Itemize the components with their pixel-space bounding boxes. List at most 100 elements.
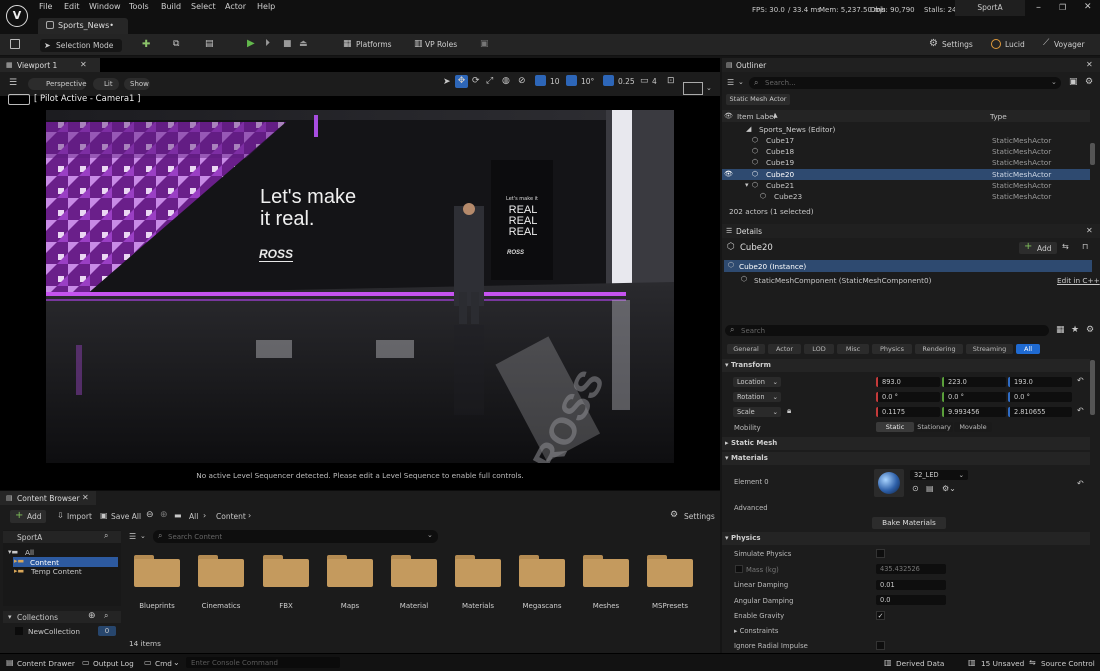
scale-tool-icon[interactable]: ⤢ [486,76,493,86]
selection-mode-dropdown[interactable]: ➤ Selection Mode [40,39,122,52]
constraints-label[interactable]: ▸ Constraints [734,627,778,635]
details-close-icon[interactable]: ✕ [1086,226,1093,235]
breadcrumb-chevron-icon[interactable]: › [248,511,251,520]
menu-window[interactable]: Window [89,2,121,11]
add-button[interactable]: + Add [10,510,46,523]
filter-chevron-icon[interactable]: ⌄ [140,532,146,540]
world-space-icon[interactable]: ◍ [502,76,510,86]
tree-temp-content[interactable]: Temp Content [31,567,82,576]
location-x-input[interactable]: 893.0 [876,377,940,387]
reset-location-icon[interactable]: ↶ [1077,376,1084,385]
filter-tab-streaming[interactable]: Streaming [966,344,1013,354]
angle-snap-icon[interactable] [566,75,577,86]
rotate-tool-icon[interactable]: ⟳ [472,76,480,86]
advanced-toggle[interactable]: Advanced [734,504,768,512]
rotation-dropdown[interactable]: Rotation ⌄ [733,392,781,402]
content-search-input[interactable]: ⌕ Search Content ⌄ [153,530,438,543]
scale-snap-value[interactable]: 0.25 [618,77,635,86]
expand-icon[interactable]: ▾ [745,180,749,191]
folder-materials[interactable] [455,555,501,587]
maximize-viewport-icon[interactable]: ⊡ [667,76,675,86]
instance-row[interactable]: ⬡ Cube20 (Instance) [724,260,1092,272]
enable-gravity-checkbox[interactable]: ✓ [876,611,885,620]
history-forward-icon[interactable]: ⊕ [160,510,168,520]
menu-help[interactable]: Help [257,2,275,11]
bake-materials-button[interactable]: Bake Materials [872,517,946,529]
tree-content-row[interactable]: ▸▬ Content [13,557,118,567]
angle-snap-value[interactable]: 10° [581,77,594,86]
outliner-search-input[interactable]: ⌕ Search... ⌄ [749,77,1061,89]
details-search-input[interactable]: ⌕ Search [725,325,1049,336]
menu-file[interactable]: File [39,2,52,11]
console-input[interactable]: Enter Console Command [186,657,340,668]
add-actor-icon[interactable]: ✚ [142,39,150,50]
lock-icon[interactable]: ⊓ [1082,242,1088,251]
folder-cinematics[interactable] [198,555,244,587]
outliner-row[interactable]: ⬡ Cube19 StaticMeshActor [722,157,1090,168]
outliner-filter-icon[interactable]: ☰ [727,78,734,87]
cmd-button[interactable]: Cmd [155,659,172,668]
mobility-stationary[interactable]: Stationary [915,422,953,432]
filter-tab-actor[interactable]: Actor [768,344,801,354]
lit-button[interactable]: Lit [93,78,119,90]
blueprint-icon[interactable]: ⧉ [173,39,179,49]
outliner-row[interactable]: ⬡ Cube23 StaticMeshActor [722,191,1090,202]
folder-mspresets[interactable] [647,555,693,587]
scale-z-input[interactable]: 2.810655 [1008,407,1072,417]
scale-x-input[interactable]: 0.1175 [876,407,940,417]
voyager-button[interactable]: Voyager [1054,40,1085,49]
type-column[interactable]: Type [990,112,1007,121]
mass-override-checkbox[interactable] [735,565,743,573]
history-back-icon[interactable]: ⊖ [146,510,154,520]
details-tab[interactable]: Details [736,227,762,236]
breadcrumb-all[interactable]: All [189,512,198,521]
new-collection[interactable]: NewCollection [28,627,80,636]
source-control-button[interactable]: Source Control [1041,659,1095,668]
details-settings-icon[interactable]: ⚙ [1086,325,1094,335]
content-drawer-button[interactable]: Content Drawer [17,659,75,668]
component-row[interactable]: StaticMeshComponent (StaticMeshComponent… [754,276,932,285]
outliner-close-icon[interactable]: ✕ [1086,60,1093,69]
filter-tab-misc[interactable]: Misc [837,344,869,354]
outliner-row[interactable]: ▾ ⬡ Cube21 StaticMeshActor [722,180,1090,191]
details-scrollbar[interactable] [1090,360,1095,415]
filter-tab-physics[interactable]: Physics [872,344,912,354]
scale-snap-icon[interactable] [603,75,614,86]
translate-tool-icon[interactable]: ✥ [455,75,468,88]
materials-section[interactable]: ▾ Materials [722,452,1090,465]
material-thumbnail[interactable] [874,469,904,497]
filter-chip[interactable]: Static Mesh Actor [726,94,790,105]
save-all-button[interactable]: Save All [111,512,141,521]
menu-tools[interactable]: Tools [129,2,149,11]
menu-build[interactable]: Build [161,2,181,11]
ignore-radial-checkbox[interactable] [876,641,885,650]
minimize-icon[interactable]: – [1036,2,1041,13]
rotation-x-input[interactable]: 0.0 ° [876,392,940,402]
table-view-icon[interactable]: ▦ [1056,325,1065,335]
location-y-input[interactable]: 223.0 [942,377,1006,387]
step-icon[interactable]: ⏵ [265,38,270,49]
import-button[interactable]: Import [67,512,92,521]
browse-to-asset-icon[interactable]: ⊙ [912,484,919,493]
scale-y-input[interactable]: 9.993456 [942,407,1006,417]
outliner-tab[interactable]: Outliner [736,61,766,70]
filter-tab-all[interactable]: All [1016,344,1040,354]
show-button[interactable]: Show [124,78,150,90]
angular-damping-input[interactable]: 0.0 [876,595,946,605]
folder-maps[interactable] [327,555,373,587]
outliner-row[interactable]: ⬡ Cube18 StaticMeshActor [722,146,1090,157]
folder-fbx[interactable] [263,555,309,587]
collections-search-icon[interactable]: ⌕ [104,611,108,621]
reset-scale-icon[interactable]: ↶ [1077,406,1084,415]
outliner-scrollbar[interactable] [1090,143,1095,165]
level-tab[interactable]: Sports_News• [38,18,128,34]
favorite-star-icon[interactable]: ★ [1071,325,1079,335]
outliner-add-folder-icon[interactable]: ▣ [1069,77,1078,87]
unreal-logo-icon[interactable]: V [6,5,28,27]
transform-section[interactable]: ▾ Transform [722,359,1090,372]
physics-section[interactable]: ▾ Physics [722,532,1090,545]
camera-speed-icon[interactable]: ▭ [640,76,649,86]
cinematics-icon[interactable]: ▤ [205,39,214,49]
grid-snap-icon[interactable] [535,75,546,86]
filter-tab-general[interactable]: General [727,344,765,354]
